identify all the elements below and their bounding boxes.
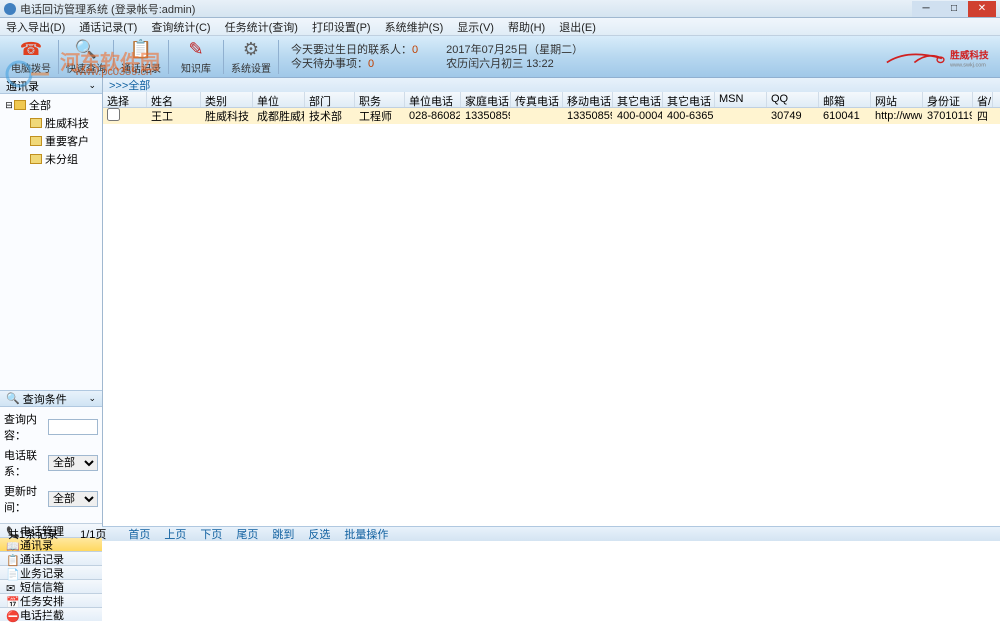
nav-业务记录[interactable]: 📄业务记录 — [0, 565, 102, 579]
tree-item[interactable]: 胜威科技 — [4, 114, 98, 132]
footer-上页[interactable]: 上页 — [164, 526, 186, 542]
tree-root[interactable]: ⊟全部 — [4, 96, 98, 114]
toolbar-知识库[interactable]: ✎知识库 — [173, 38, 219, 75]
col-msn[interactable]: MSN — [715, 92, 767, 107]
menu-item[interactable]: 系统维护(S) — [385, 19, 444, 35]
toolbar-快速查询[interactable]: 🔍快速查询 — [63, 38, 109, 75]
grid-body[interactable]: 王工胜威科技成都胜威科技技术部工程师028-860826601335085982… — [103, 108, 1000, 526]
search-contact-select[interactable]: 全部 — [48, 455, 98, 471]
col-idcard[interactable]: 身份证 — [923, 92, 973, 107]
col-unit[interactable]: 单位 — [253, 92, 305, 107]
status-bar: 共1条记录 1/1页 首页上页下页尾页跳到反选批量操作 — [0, 526, 1000, 541]
menu-item[interactable]: 查询统计(C) — [151, 19, 210, 35]
menu-item[interactable]: 打印设置(P) — [312, 19, 371, 35]
left-panel: 通讯录⌄ ⊟全部 胜威科技重要客户未分组 🔍查询条件⌄ 查询内容： 电话联系： … — [0, 78, 103, 526]
search-section-header[interactable]: 🔍查询条件⌄ — [0, 391, 102, 407]
col-job[interactable]: 职务 — [355, 92, 405, 107]
right-panel: >>>全部 选择姓名类别单位部门职务单位电话家庭电话传真电话移动电话其它电话其它… — [103, 78, 1000, 526]
search-content-input[interactable] — [48, 419, 98, 435]
menu-item[interactable]: 任务统计(查询) — [225, 19, 298, 35]
menu-item[interactable]: 导入导出(D) — [6, 19, 65, 35]
toolbar-电脑拨号[interactable]: ☎电脑拨号 — [8, 38, 54, 75]
footer-首页[interactable]: 首页 — [128, 526, 150, 542]
col-homeTel[interactable]: 家庭电话 — [461, 92, 511, 107]
footer-跳到[interactable]: 跳到 — [272, 526, 294, 542]
maximize-button[interactable]: □ — [940, 1, 968, 17]
contacts-section-header[interactable]: 通讯录⌄ — [0, 78, 102, 94]
search-update-label: 更新时间： — [4, 483, 48, 515]
footer-下页[interactable]: 下页 — [200, 526, 222, 542]
col-type[interactable]: 类别 — [201, 92, 253, 107]
col-other2[interactable]: 其它电话 — [663, 92, 715, 107]
col-unitTel[interactable]: 单位电话 — [405, 92, 461, 107]
toolbar-系统设置[interactable]: ⚙系统设置 — [228, 38, 274, 75]
col-prov[interactable]: 省/ — [973, 92, 993, 107]
footer-批量操作[interactable]: 批量操作 — [344, 526, 388, 542]
toolbar: ☎电脑拨号🔍快速查询📋通话记录✎知识库⚙系统设置 今天要过生日的联系人：0 今天… — [0, 36, 1000, 78]
col-dept[interactable]: 部门 — [305, 92, 355, 107]
nav-电话拦截[interactable]: ⛔电话拦截 — [0, 607, 102, 621]
table-row[interactable]: 王工胜威科技成都胜威科技技术部工程师028-860826601335085982… — [103, 108, 1000, 124]
nav-通话记录[interactable]: 📋通话记录 — [0, 551, 102, 565]
col-site[interactable]: 网站 — [871, 92, 923, 107]
contact-tree: ⊟全部 胜威科技重要客户未分组 — [0, 94, 102, 390]
window-title: 电话回访管理系统 (登录帐号:admin) — [20, 1, 912, 17]
menu-bar: 导入导出(D) 通话记录(T) 查询统计(C) 任务统计(查询) 打印设置(P) 系统维护… — [0, 18, 1000, 36]
col-mail[interactable]: 邮箱 — [819, 92, 871, 107]
tree-item[interactable]: 未分组 — [4, 150, 98, 168]
minimize-button[interactable]: ─ — [912, 1, 940, 17]
footer-反选[interactable]: 反选 — [308, 526, 330, 542]
nav-短信信箱[interactable]: ✉短信信箱 — [0, 579, 102, 593]
close-button[interactable]: ✕ — [968, 1, 996, 17]
brand-logo: 胜威科技 www.swkj.com — [880, 40, 990, 74]
svg-text:www.swkj.com: www.swkj.com — [949, 63, 986, 69]
search-update-select[interactable]: 全部 — [48, 491, 98, 507]
date-info: 2017年07月25日（星期二） 农历闰六月初三 13:22 — [446, 43, 583, 71]
search-content-label: 查询内容： — [4, 411, 48, 443]
col-faxTel[interactable]: 传真电话 — [511, 92, 563, 107]
col-mobile[interactable]: 移动电话 — [563, 92, 613, 107]
breadcrumb: >>>全部 — [103, 78, 1000, 92]
toolbar-通话记录[interactable]: 📋通话记录 — [118, 38, 164, 75]
menu-item[interactable]: 退出(E) — [559, 19, 596, 35]
row-checkbox[interactable] — [107, 108, 120, 121]
col-other1[interactable]: 其它电话 — [613, 92, 663, 107]
app-icon — [4, 3, 16, 15]
page-info: 1/1页 — [80, 526, 106, 542]
grid-header: 选择姓名类别单位部门职务单位电话家庭电话传真电话移动电话其它电话其它电话MSNQ… — [103, 92, 1000, 108]
menu-item[interactable]: 显示(V) — [457, 19, 494, 35]
menu-item[interactable]: 通话记录(T) — [79, 19, 137, 35]
menu-item[interactable]: 帮助(H) — [508, 19, 545, 35]
footer-尾页[interactable]: 尾页 — [236, 526, 258, 542]
svg-text:胜威科技: 胜威科技 — [949, 49, 989, 61]
col-qq[interactable]: QQ — [767, 92, 819, 107]
tree-item[interactable]: 重要客户 — [4, 132, 98, 150]
birthday-info: 今天要过生日的联系人：0 今天待办事项：0 — [291, 43, 418, 71]
nav-任务安排[interactable]: 📅任务安排 — [0, 593, 102, 607]
search-contact-label: 电话联系： — [4, 447, 48, 479]
col-select[interactable]: 选择 — [103, 92, 147, 107]
record-count: 共1条记录 — [8, 526, 58, 542]
col-name[interactable]: 姓名 — [147, 92, 201, 107]
title-bar: 电话回访管理系统 (登录帐号:admin) ─ □ ✕ — [0, 0, 1000, 18]
